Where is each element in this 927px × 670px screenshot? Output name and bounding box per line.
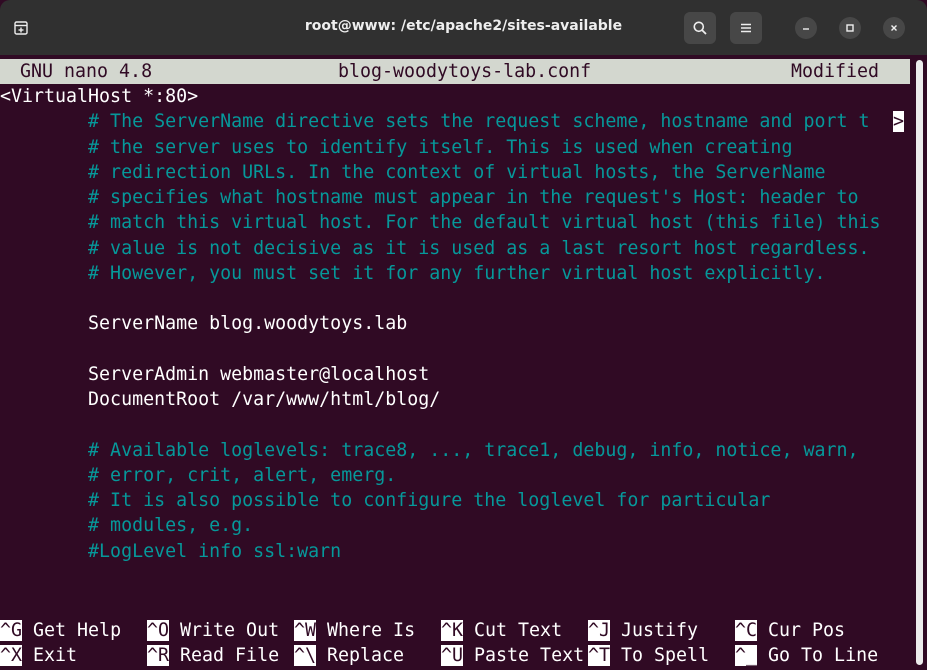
shortcut-label: Cur Pos (757, 620, 846, 641)
terminal-window: root@www: /etc/apache2/sites-available G… (0, 0, 927, 670)
shortcut-item: ^X Exit (0, 643, 77, 668)
shortcut-label: Paste Text (463, 645, 585, 666)
comment-line: # match this virtual host. For the defau… (0, 212, 881, 234)
shortcut-item: ^K Cut Text (441, 618, 562, 643)
shortcut-label: Read File (169, 645, 280, 666)
maximize-button[interactable] (839, 17, 861, 39)
comment-line: # However, you must set it for any furth… (0, 262, 826, 284)
shortcut-item: ^W Where Is (294, 618, 415, 643)
search-icon (693, 21, 707, 35)
minimize-icon (803, 28, 809, 30)
comment-line: # It is also possible to configure the l… (0, 490, 771, 511)
shortcut-label: To Spell (610, 645, 710, 666)
shortcut-key: ^G (0, 620, 23, 641)
shortcut-item: ^_ Go To Line (735, 643, 878, 668)
comment-line: # The ServerName directive sets the requ… (0, 111, 870, 133)
shortcut-item: ^G Get Help (0, 618, 121, 643)
close-button[interactable] (883, 17, 905, 39)
code-line: DocumentRoot /var/www/html/blog/ (0, 389, 441, 410)
shortcut-label: Cut Text (463, 620, 563, 641)
shortcut-key: ^U (441, 645, 464, 666)
new-tab-button[interactable] (5, 12, 37, 44)
shortcut-key: ^\ (294, 645, 317, 666)
nano-filename: blog-woodytoys-lab.conf (338, 61, 592, 82)
code-line: ServerName blog.woodytoys.lab (0, 313, 408, 335)
shortcut-item: ^J Justify (588, 618, 698, 643)
shortcut-label: Write Out (169, 620, 280, 641)
shortcut-key: ^T (588, 645, 611, 666)
shortcut-item: ^\ Replace (294, 643, 404, 668)
shortcut-item: ^U Paste Text (441, 643, 584, 668)
nano-version: GNU nano 4.8 (20, 61, 153, 82)
shortcut-key: ^K (441, 620, 464, 641)
menu-button[interactable] (730, 12, 762, 44)
shortcut-item: ^T To Spell (588, 643, 709, 668)
shortcut-item: ^C Cur Pos (735, 618, 845, 643)
comment-line: # specifies what hostname must appear in… (0, 187, 859, 208)
close-icon (891, 25, 897, 31)
comment-line: # error, crit, alert, emerg. (0, 464, 397, 486)
shortcut-key: ^C (735, 620, 758, 641)
code-line: ServerAdmin webmaster@localhost (0, 363, 430, 385)
shortcut-key: ^W (294, 620, 317, 641)
comment-line: # modules, e.g. (0, 515, 254, 537)
hamburger-menu-icon (741, 23, 751, 33)
line-overflow-marker: > (893, 111, 905, 132)
code-line: <VirtualHost *:80> (0, 86, 199, 107)
shortcut-key: ^R (147, 645, 170, 666)
nano-modified-status: Modified (791, 61, 880, 82)
window-title: root@www: /etc/apache2/sites-available (304, 18, 623, 34)
comment-line: # Available loglevels: trace8, ..., trac… (0, 439, 859, 461)
shortcut-key: ^O (147, 620, 170, 641)
terminal-area[interactable]: GNU nano 4.8 blog-woodytoys-lab.conf Mod… (0, 55, 927, 670)
nano-header-bar: GNU nano 4.8 blog-woodytoys-lab.conf Mod… (0, 59, 910, 84)
shortcut-label: Go To Line (757, 645, 879, 666)
comment-line: # value is not decisive as it is used as… (0, 237, 870, 259)
new-tab-icon (14, 21, 28, 35)
shortcut-label: Get Help (22, 620, 122, 641)
title-bar[interactable]: root@www: /etc/apache2/sites-available (0, 0, 927, 55)
comment-line: #LogLevel info ssl:warn (0, 540, 342, 562)
shortcut-label: Justify (610, 620, 699, 641)
shortcut-item: ^R Read File (147, 643, 279, 668)
shortcut-key: ^X (0, 645, 23, 666)
minimize-button[interactable] (795, 17, 817, 39)
shortcut-label: Exit (22, 645, 78, 666)
search-button[interactable] (684, 12, 716, 44)
shortcut-item: ^O Write Out (147, 618, 279, 643)
terminal-scrollbar[interactable] (916, 60, 923, 665)
shortcut-key: ^_ (735, 645, 758, 666)
maximize-icon (846, 24, 854, 32)
shortcut-key: ^J (588, 620, 611, 641)
shortcut-label: Where Is (316, 620, 416, 641)
comment-line: # the server uses to identify itself. Th… (0, 136, 793, 158)
comment-line: # redirection URLs. In the context of vi… (0, 161, 826, 183)
shortcut-label: Replace (316, 645, 405, 666)
